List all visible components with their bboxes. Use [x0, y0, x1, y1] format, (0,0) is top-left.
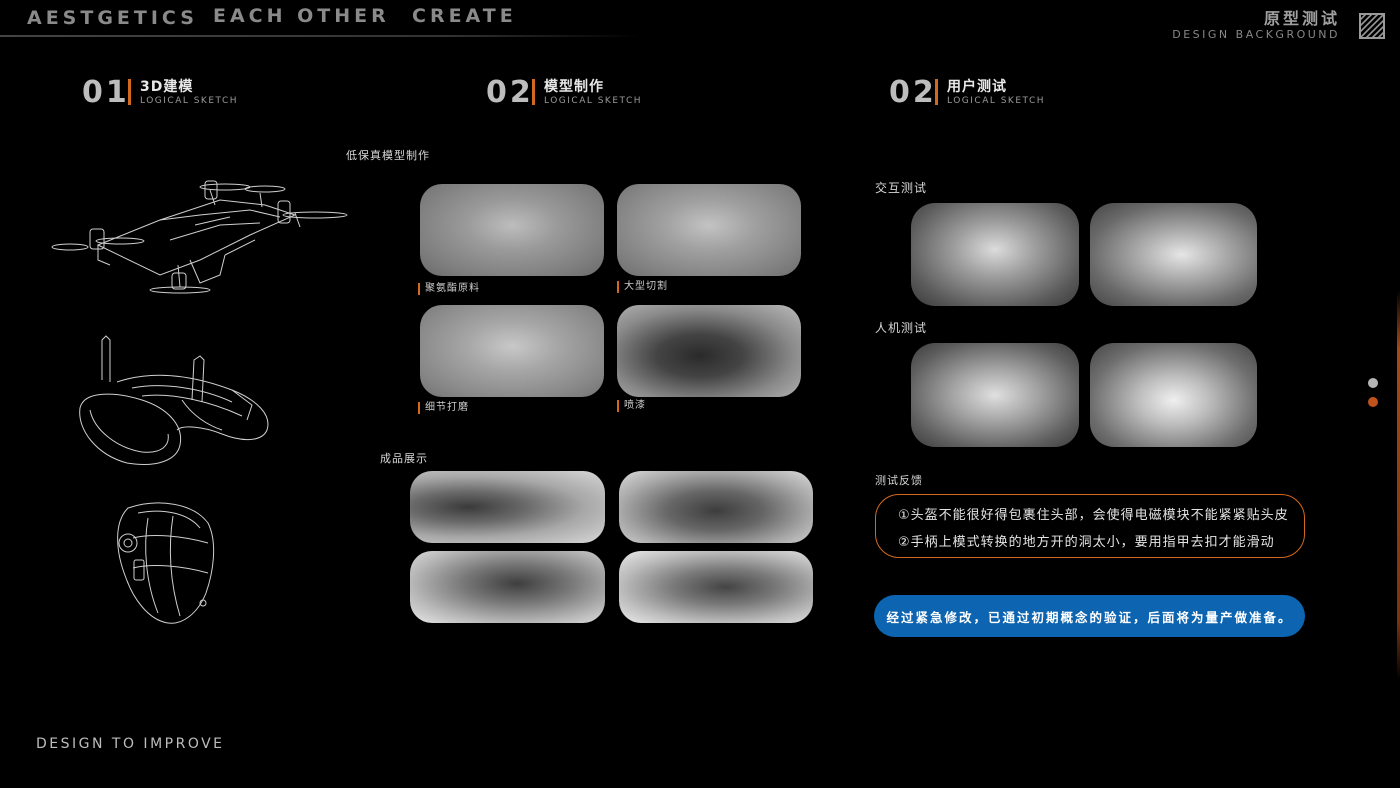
section-title: 模型制作: [544, 79, 604, 95]
pager-dot-active[interactable]: [1368, 397, 1378, 407]
section-number: 01: [82, 75, 130, 110]
step-caption-cutting: 大型切割: [617, 281, 668, 293]
section-number: 02: [486, 75, 534, 110]
step-caption-painting: 喷漆: [617, 400, 646, 412]
finished-photo-4[interactable]: [619, 551, 813, 623]
interaction-test-photo-2[interactable]: [1090, 203, 1257, 306]
top-nav: AESTGETICS EACH OTHER CREATE: [0, 0, 640, 38]
section-number: 02: [889, 75, 937, 110]
step-photo-cutting[interactable]: [617, 184, 801, 276]
nav-item-each-other[interactable]: EACH OTHER: [213, 5, 390, 27]
step-photo-painting[interactable]: [617, 305, 801, 397]
finished-photo-2[interactable]: [619, 471, 813, 543]
feedback-box: ①头盔不能很好得包裹住头部，会使得电磁模块不能紧紧贴头皮 ②手柄上模式转换的地方…: [875, 494, 1305, 558]
section-subtitle: LOGICAL SKETCH: [140, 96, 239, 106]
section-accent-bar: [935, 79, 938, 105]
interaction-test-label: 交互测试: [875, 181, 928, 195]
ergonomics-test-photo-2[interactable]: [1090, 343, 1257, 447]
nav-item-aestgetics[interactable]: AESTGETICS: [27, 7, 198, 29]
footer-tagline: DESIGN TO IMPROVE: [36, 736, 225, 752]
ergonomics-test-photo-1[interactable]: [911, 343, 1079, 447]
helmet-wireframe-sketch: [117, 502, 215, 624]
section-subtitle: LOGICAL SKETCH: [947, 96, 1046, 106]
pager-dot-inactive[interactable]: [1368, 378, 1378, 388]
conclusion-banner: 经过紧急修改，已通过初期概念的验证，后面将为量产做准备。: [874, 595, 1305, 637]
hatched-square-icon[interactable]: [1359, 13, 1385, 39]
feedback-item-2: ②手柄上模式转换的地方开的洞太小，要用指甲去扣才能滑动: [898, 535, 1275, 550]
interaction-test-photo-1[interactable]: [911, 203, 1079, 306]
step-caption-raw-material: 聚氨酯原料: [418, 283, 480, 295]
page-subtitle: DESIGN BACKGROUND: [1172, 28, 1340, 41]
low-fidelity-label: 低保真模型制作: [346, 149, 430, 162]
headset-wireframe-sketch: [79, 335, 269, 465]
finished-photo-3[interactable]: [410, 551, 605, 623]
section-accent-bar: [128, 79, 131, 105]
section-title: 3D建模: [140, 79, 194, 95]
step-photo-sanding[interactable]: [420, 305, 604, 397]
section-accent-bar: [532, 79, 535, 105]
nav-underline: [0, 35, 640, 37]
drone-wireframe-sketch: [51, 180, 348, 294]
section-title: 用户测试: [947, 79, 1007, 95]
section-subtitle: LOGICAL SKETCH: [544, 96, 643, 106]
ergonomics-test-label: 人机测试: [875, 321, 928, 335]
page-title: 原型测试: [1263, 9, 1340, 28]
feedback-item-1: ①头盔不能很好得包裹住头部，会使得电磁模块不能紧紧贴头皮: [898, 508, 1289, 523]
step-photo-raw-material[interactable]: [420, 184, 604, 276]
finished-label: 成品展示: [380, 452, 428, 465]
feedback-label: 测试反馈: [875, 474, 923, 487]
step-caption-sanding: 细节打磨: [418, 402, 469, 414]
finished-photo-1[interactable]: [410, 471, 605, 543]
nav-item-create[interactable]: CREATE: [412, 5, 517, 27]
